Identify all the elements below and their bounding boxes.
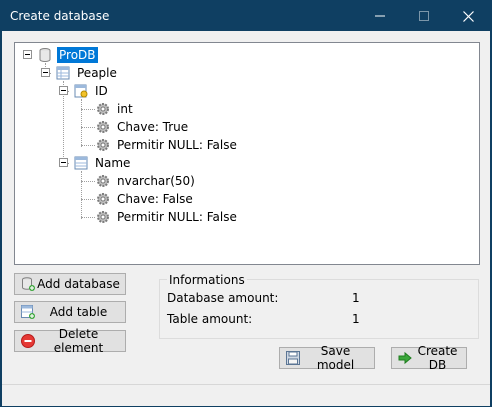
- database-amount-value: 1: [352, 291, 360, 305]
- create-db-button[interactable]: Create DB: [391, 344, 467, 372]
- add-database-icon: [22, 277, 35, 291]
- property-label: Chave: True: [117, 120, 189, 134]
- column-icon: [74, 156, 88, 170]
- add-table-label: Add table: [49, 305, 108, 319]
- schema-tree-view[interactable]: ProDB Peaple ID int Chave: True Permitir…: [14, 42, 480, 265]
- add-database-button[interactable]: Add database: [14, 273, 126, 295]
- minimize-button[interactable]: [358, 1, 402, 31]
- column-key-icon: [74, 84, 88, 98]
- close-button[interactable]: [446, 1, 490, 31]
- maximize-icon: [419, 11, 429, 21]
- tree-line: [81, 145, 95, 146]
- informations-group: [159, 279, 479, 339]
- tree-node-property[interactable]: int: [95, 100, 135, 118]
- delete-element-button[interactable]: Delete element: [14, 327, 126, 355]
- collapse-toggle[interactable]: [59, 158, 68, 167]
- status-bar: [2, 384, 490, 406]
- table-amount-value: 1: [352, 312, 360, 326]
- maximize-button[interactable]: [402, 1, 446, 31]
- tree-node-property[interactable]: nvarchar(50): [95, 172, 197, 190]
- add-table-button[interactable]: Add table: [14, 301, 126, 323]
- tree-node-property[interactable]: Permitir NULL: False: [95, 208, 239, 226]
- property-label: nvarchar(50): [117, 174, 195, 188]
- create-db-label: Create DB: [417, 344, 458, 372]
- gear-icon: [97, 103, 109, 115]
- window-title: Create database: [10, 9, 110, 23]
- property-label: Permitir NULL: False: [117, 210, 237, 224]
- gear-icon: [97, 193, 109, 205]
- collapse-toggle[interactable]: [41, 68, 50, 77]
- create-database-window: Create database ProDB Peaple ID int Chav…: [1, 0, 491, 406]
- tree-line: [81, 99, 82, 147]
- column-label: ID: [95, 84, 108, 98]
- tree-line: [81, 109, 95, 110]
- tree-node-column[interactable]: Name: [73, 154, 132, 172]
- table-label: Peaple: [77, 66, 117, 80]
- tree-node-property[interactable]: Permitir NULL: False: [95, 136, 239, 154]
- table-amount-label: Table amount:: [167, 312, 253, 326]
- table-icon: [56, 66, 70, 80]
- database-label: ProDB: [57, 47, 98, 63]
- database-icon: [39, 48, 51, 62]
- save-model-label: Save model: [316, 344, 355, 372]
- gear-icon: [97, 175, 109, 187]
- arrow-right-icon: [398, 351, 412, 365]
- minimize-icon: [375, 15, 385, 17]
- property-label: int: [117, 102, 133, 116]
- add-table-icon: [21, 305, 35, 319]
- title-bar[interactable]: Create database: [2, 1, 490, 31]
- gear-icon: [97, 121, 109, 133]
- informations-legend: Informations: [167, 273, 247, 287]
- delete-element-label: Delete element: [53, 327, 104, 355]
- gear-icon: [97, 139, 109, 151]
- tree-line: [81, 181, 95, 182]
- save-icon: [286, 351, 300, 365]
- close-icon: [462, 10, 474, 22]
- gear-icon: [97, 211, 109, 223]
- property-label: Permitir NULL: False: [117, 138, 237, 152]
- database-amount-label: Database amount:: [167, 291, 279, 305]
- tree-line: [81, 127, 95, 128]
- column-label: Name: [95, 156, 131, 170]
- tree-line: [81, 199, 95, 200]
- tree-node-property[interactable]: Chave: True: [95, 118, 190, 136]
- tree-line: [81, 171, 82, 219]
- collapse-toggle[interactable]: [23, 50, 32, 59]
- tree-node-property[interactable]: Chave: False: [95, 190, 195, 208]
- tree-node-column[interactable]: ID: [73, 82, 110, 100]
- tree-node-table[interactable]: Peaple: [55, 64, 119, 82]
- add-database-label: Add database: [37, 277, 120, 291]
- delete-icon: [21, 334, 35, 348]
- collapse-toggle[interactable]: [59, 86, 68, 95]
- tree-line: [81, 217, 95, 218]
- tree-node-database[interactable]: ProDB: [37, 46, 98, 64]
- save-model-button[interactable]: Save model: [279, 344, 375, 372]
- property-label: Chave: False: [117, 192, 193, 206]
